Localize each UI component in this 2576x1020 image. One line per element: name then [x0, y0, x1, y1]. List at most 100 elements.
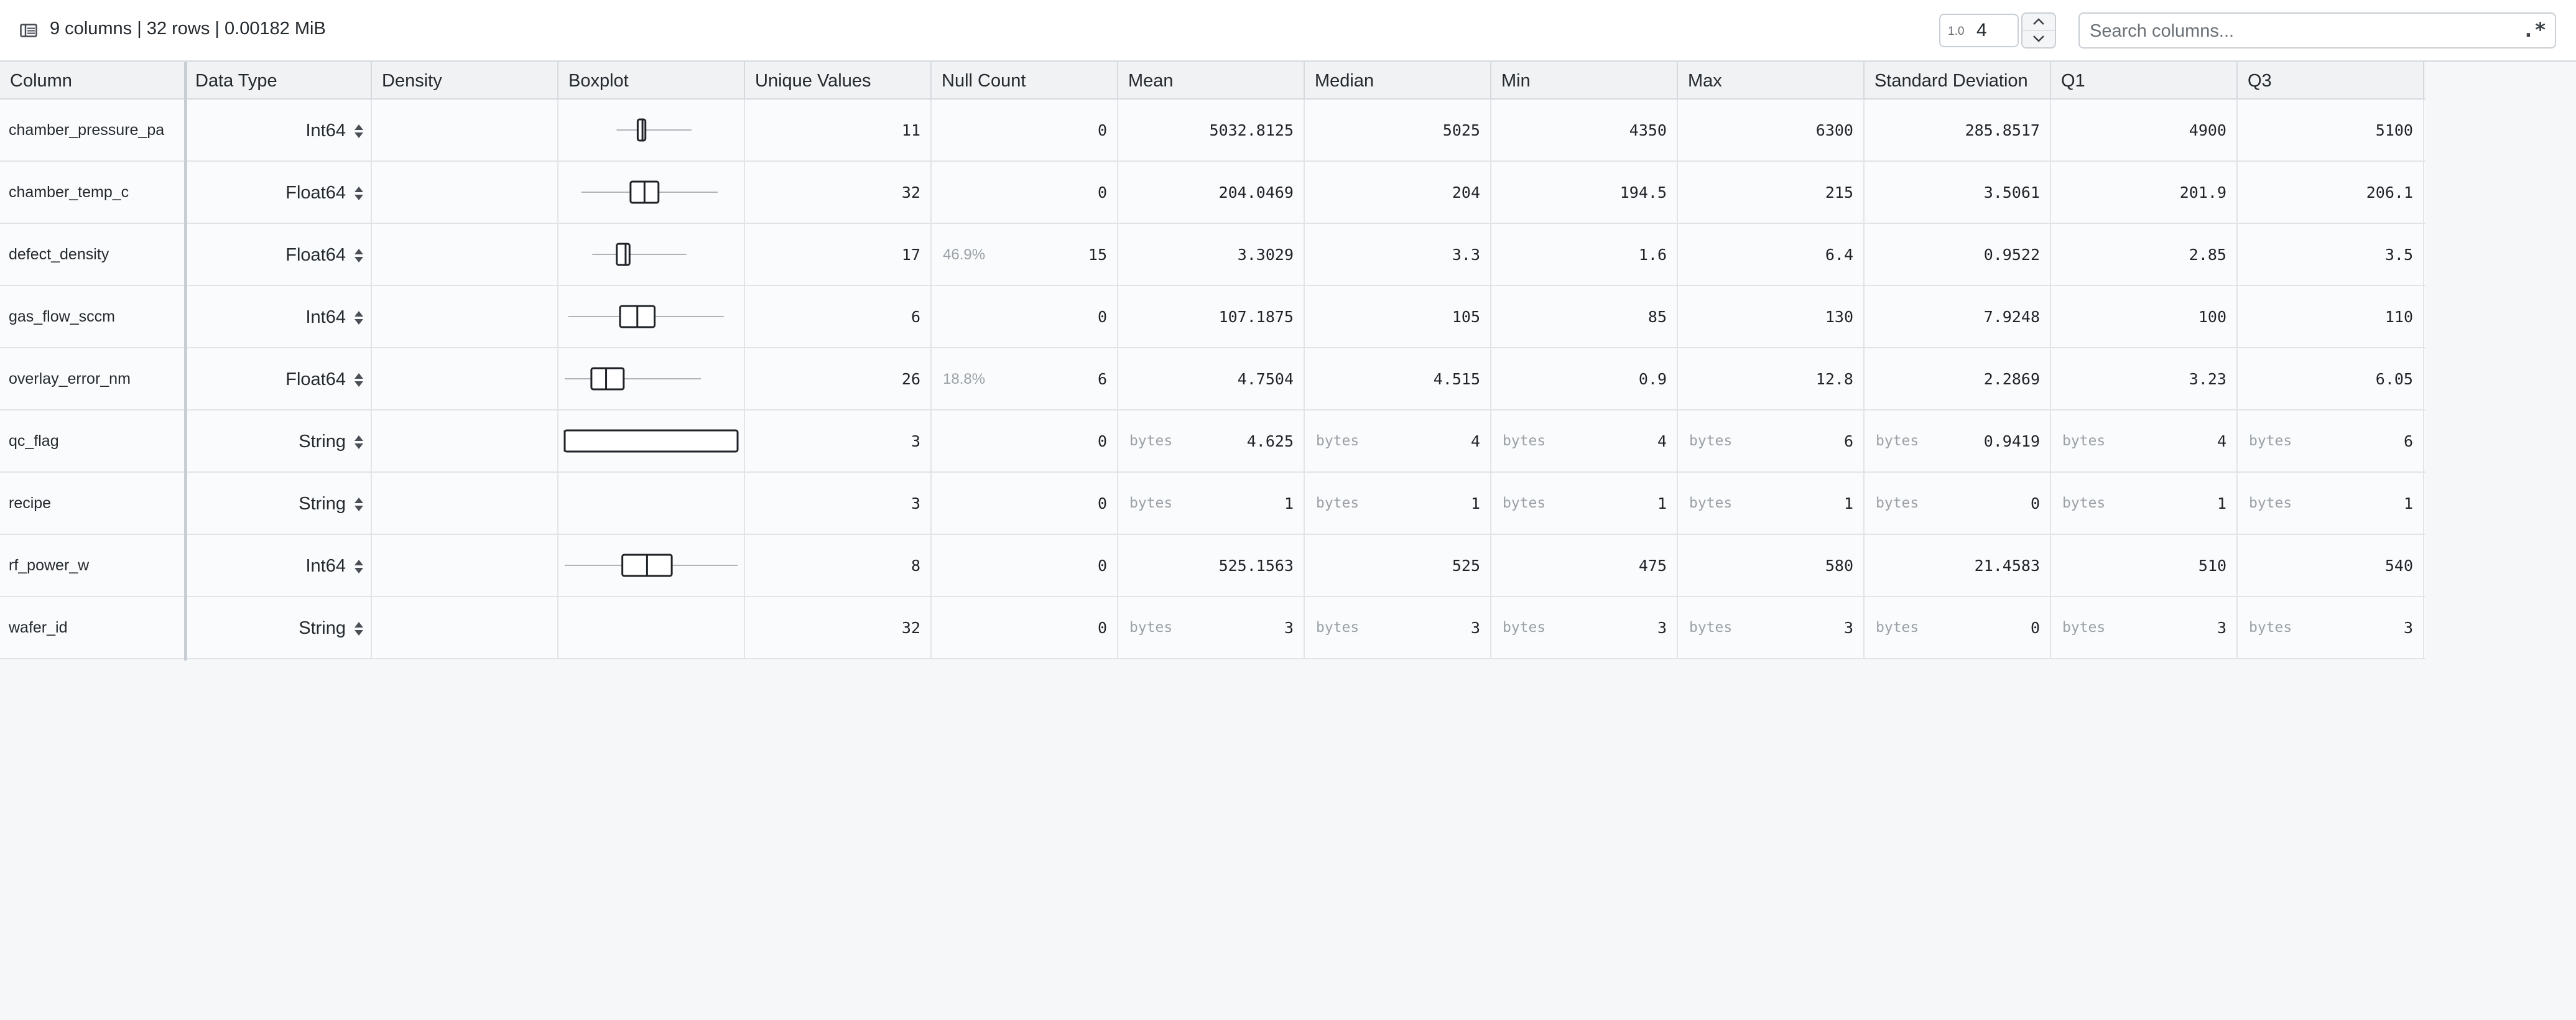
data-type-cell[interactable]: Int64	[185, 100, 372, 160]
unique-values-cell: 32	[745, 597, 932, 658]
header-unique-values[interactable]: Unique Values	[745, 62, 932, 98]
unique-values-cell: 6	[745, 286, 932, 347]
column-name-cell[interactable]: gas_flow_sccm	[0, 286, 185, 347]
table-row[interactable]: qc_flag String 3 0 bytes 4.625 bytes 4 bytes 4 byt…	[0, 410, 2425, 473]
unit-tag: bytes	[2249, 619, 2292, 636]
header-min[interactable]: Min	[1491, 62, 1678, 98]
boxplot-cell	[558, 224, 745, 285]
table-row[interactable]: recipe String 3 0 bytes 1 bytes 1 bytes 1 bytes 1 by…	[0, 473, 2425, 535]
decrement-button[interactable]	[2022, 30, 2055, 47]
search-input[interactable]	[2090, 20, 2513, 42]
unique-values: 6	[910, 308, 920, 326]
density-cell	[372, 410, 558, 471]
boxplot-chart	[563, 429, 739, 453]
header-density[interactable]: Density	[372, 62, 558, 98]
density-cell	[372, 100, 558, 160]
q3-value: 110	[2384, 308, 2413, 326]
header-data-type[interactable]: Data Type	[185, 62, 372, 98]
search-field[interactable]: .*	[2078, 12, 2556, 49]
data-type-cell[interactable]: Int64	[185, 286, 372, 347]
boxplot-chart	[592, 243, 687, 266]
mean-value: 204.0469	[1218, 183, 1294, 202]
null-count-cell: 0	[932, 286, 1118, 347]
sort-icon[interactable]	[353, 434, 364, 450]
table-row[interactable]: wafer_id String 32 0 bytes 3 bytes 3 bytes 3 bytes…	[0, 597, 2425, 659]
median-value: 3.3	[1452, 246, 1480, 264]
header-column[interactable]: Column	[0, 62, 185, 98]
header-label: Density	[382, 71, 442, 91]
table-row[interactable]: chamber_temp_c Float64 32 0 204.0469 204 194.5…	[0, 162, 2425, 224]
regex-toggle-icon[interactable]: .*	[2520, 17, 2549, 42]
column-name-cell[interactable]: qc_flag	[0, 410, 185, 471]
data-type-cell[interactable]: Int64	[185, 535, 372, 596]
data-type-label: String	[299, 432, 346, 452]
header-label: Min	[1501, 71, 1531, 91]
sort-icon[interactable]	[353, 559, 364, 575]
q1-value: 4	[2217, 432, 2226, 450]
table-row[interactable]: rf_power_w Int64 8 0 525.1563 525 475 580 21.458…	[0, 535, 2425, 597]
max-value: 6.4	[1825, 246, 1853, 264]
header-standard-deviation[interactable]: Standard Deviation	[1865, 62, 2051, 98]
precision-input[interactable]	[1976, 20, 2014, 41]
mean-cell: 4.7504	[1118, 348, 1305, 409]
max-cell: 6300	[1678, 100, 1865, 160]
data-type-cell[interactable]: String	[185, 597, 372, 658]
median-value: 525	[1452, 557, 1480, 575]
table-row[interactable]: defect_density Float64 17 46.9% 15 3.3029 3.3 1…	[0, 224, 2425, 286]
q3-cell: 3.5	[2238, 224, 2424, 285]
sort-icon[interactable]	[353, 621, 364, 637]
header-label: Max	[1688, 71, 1722, 91]
median-value: 1	[1470, 494, 1480, 512]
precision-stepper[interactable]	[2021, 12, 2056, 49]
data-type-label: Float64	[285, 183, 346, 203]
column-name-cell[interactable]: chamber_pressure_pa	[0, 100, 185, 160]
table-row[interactable]: chamber_pressure_pa Int64 11 0 5032.8125 5025…	[0, 100, 2425, 162]
data-type-cell[interactable]: Float64	[185, 162, 372, 223]
min-value: 4	[1657, 432, 1667, 450]
header-max[interactable]: Max	[1678, 62, 1865, 98]
column-name-cell[interactable]: recipe	[0, 473, 185, 534]
frozen-column-divider[interactable]	[184, 62, 187, 661]
column-name-cell[interactable]: chamber_temp_c	[0, 162, 185, 223]
data-type-label: String	[299, 494, 346, 514]
min-value: 1	[1657, 494, 1667, 512]
chevron-up-icon	[2033, 18, 2044, 25]
sort-icon[interactable]	[353, 310, 364, 326]
table-row[interactable]: overlay_error_nm Float64 26 18.8% 6 4.7504 4.5…	[0, 348, 2425, 410]
max-value: 6	[1843, 432, 1853, 450]
sort-icon[interactable]	[353, 123, 364, 139]
column-name-cell[interactable]: overlay_error_nm	[0, 348, 185, 409]
header-null-count[interactable]: Null Count	[932, 62, 1118, 98]
mean-value: 525.1563	[1218, 557, 1294, 575]
sort-icon[interactable]	[353, 248, 364, 264]
column-name: overlay_error_nm	[9, 370, 131, 387]
max-value: 580	[1825, 557, 1853, 575]
data-type-cell[interactable]: String	[185, 473, 372, 534]
column-name-cell[interactable]: wafer_id	[0, 597, 185, 658]
header-boxplot[interactable]: Boxplot	[558, 62, 745, 98]
increment-button[interactable]	[2022, 14, 2055, 31]
unique-values-cell: 32	[745, 162, 932, 223]
data-type-cell[interactable]: Float64	[185, 348, 372, 409]
data-type-cell[interactable]: Float64	[185, 224, 372, 285]
precision-field[interactable]: 1.0	[1939, 14, 2019, 47]
median-value: 4	[1470, 432, 1480, 450]
q3-value: 6.05	[2375, 370, 2413, 388]
unique-values-cell: 11	[745, 100, 932, 160]
header-median[interactable]: Median	[1305, 62, 1491, 98]
header-q1[interactable]: Q1	[2051, 62, 2238, 98]
unit-tag: bytes	[1689, 619, 1733, 636]
table-row[interactable]: gas_flow_sccm Int64 6 0 107.1875 105 85 130 7.92…	[0, 286, 2425, 348]
boxplot-cell	[558, 410, 745, 471]
data-type-cell[interactable]: String	[185, 410, 372, 471]
column-name-cell[interactable]: rf_power_w	[0, 535, 185, 596]
header-mean[interactable]: Mean	[1118, 62, 1305, 98]
sort-icon[interactable]	[353, 496, 364, 512]
header-q3[interactable]: Q3	[2238, 62, 2424, 98]
column-name-cell[interactable]: defect_density	[0, 224, 185, 285]
sort-icon[interactable]	[353, 372, 364, 388]
min-value: 475	[1638, 557, 1667, 575]
min-value: 85	[1647, 308, 1667, 326]
sort-icon[interactable]	[353, 185, 364, 202]
q3-cell: bytes 3	[2238, 597, 2424, 658]
